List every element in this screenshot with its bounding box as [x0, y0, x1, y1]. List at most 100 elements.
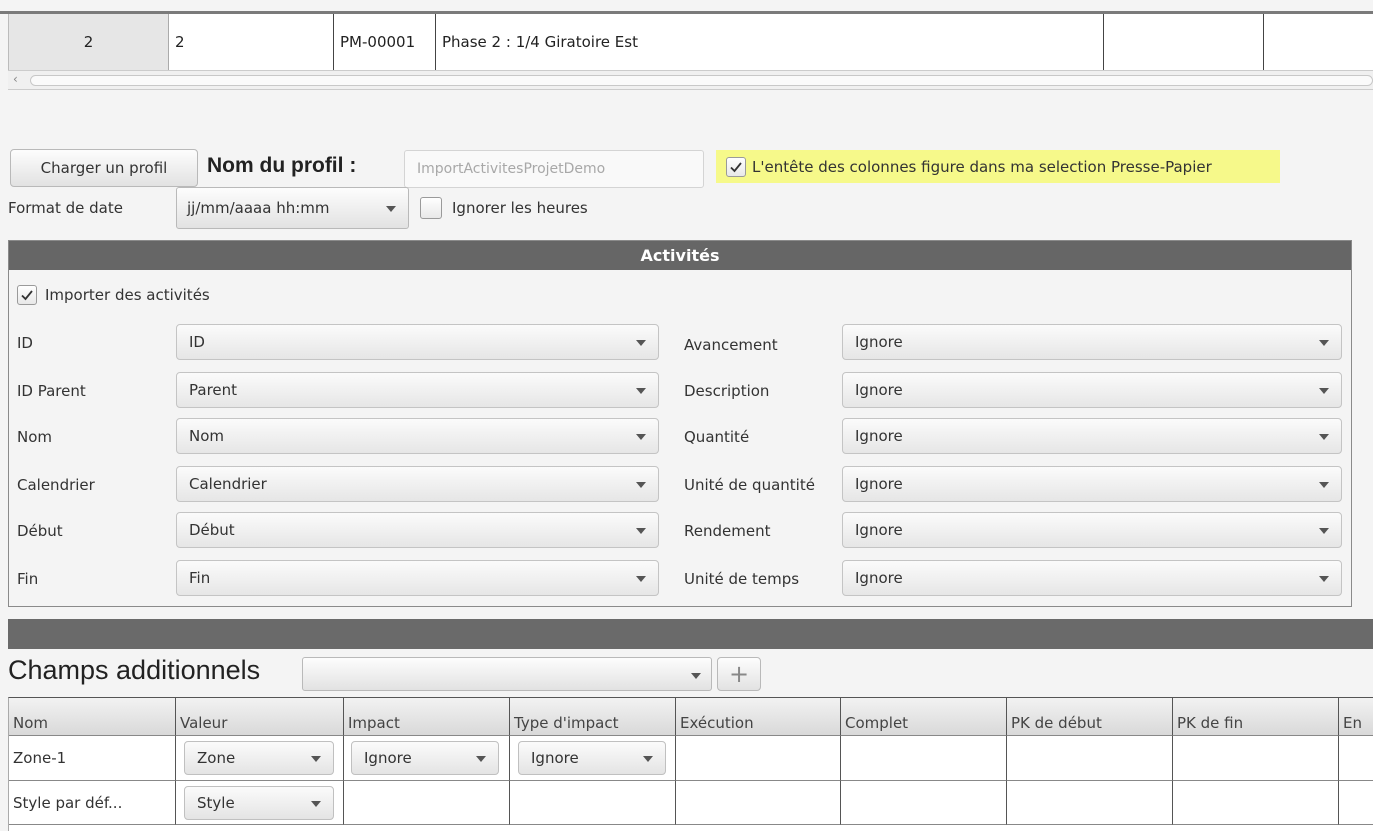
- table-cell[interactable]: [676, 781, 841, 825]
- table-cell[interactable]: [1173, 781, 1339, 825]
- ignore-hours-checkbox[interactable]: [420, 197, 442, 219]
- ignore-hours-row[interactable]: Ignorer les heures: [420, 197, 588, 219]
- date-format-select[interactable]: jj/mm/aaaa hh:mm: [176, 187, 409, 229]
- table-cell[interactable]: [1104, 14, 1264, 70]
- unite-temps-select-value: Ignore: [855, 569, 903, 587]
- chevron-down-icon: [1319, 528, 1329, 534]
- field-label-unite-quantite: Unité de quantité: [684, 476, 815, 494]
- scroll-left-arrow-icon[interactable]: ‹: [13, 72, 18, 86]
- column-header-pk-fin[interactable]: PK de fin: [1173, 698, 1339, 736]
- valeur-select[interactable]: Style: [184, 786, 334, 820]
- field-label-unite-temps: Unité de temps: [684, 570, 800, 588]
- table-cell[interactable]: [510, 781, 676, 825]
- table-cell[interactable]: [1339, 736, 1373, 781]
- id-parent-select[interactable]: Parent: [176, 372, 659, 408]
- table-cell-valeur[interactable]: Zone: [176, 736, 344, 781]
- table-cell-valeur[interactable]: Style: [176, 781, 344, 825]
- horizontal-scrollbar[interactable]: ‹: [8, 70, 1373, 90]
- field-label-fin: Fin: [17, 570, 39, 588]
- valeur-select[interactable]: Zone: [184, 741, 334, 775]
- add-field-button[interactable]: +: [717, 657, 761, 691]
- type-impact-select[interactable]: Ignore: [518, 741, 666, 775]
- chevron-down-icon: [311, 756, 321, 762]
- debut-select[interactable]: Début: [176, 512, 659, 548]
- activities-panel-title: Activités: [9, 241, 1351, 270]
- chevron-down-icon: [636, 388, 646, 394]
- table-cell[interactable]: 2: [169, 14, 334, 70]
- header-checkbox-row[interactable]: L'entête des colonnes figure dans ma sel…: [716, 150, 1280, 183]
- fin-select[interactable]: Fin: [176, 560, 659, 596]
- column-header-impact[interactable]: Impact: [344, 698, 510, 736]
- id-parent-select-value: Parent: [189, 381, 238, 399]
- table-cell[interactable]: [344, 781, 510, 825]
- column-header-valeur[interactable]: Valeur: [176, 698, 344, 736]
- chevron-down-icon: [386, 206, 396, 212]
- row-header-cell[interactable]: 2: [9, 14, 169, 70]
- scrollbar-thumb[interactable]: [30, 75, 1373, 86]
- additional-fields-title: Champs additionnels: [8, 655, 261, 685]
- calendrier-select-value: Calendrier: [189, 475, 267, 493]
- import-activities-checkbox[interactable]: [17, 285, 37, 305]
- table-cell[interactable]: [1007, 781, 1173, 825]
- unite-quantite-select[interactable]: Ignore: [842, 466, 1342, 502]
- additional-fields-select[interactable]: [302, 657, 712, 691]
- table-row[interactable]: 2 2 PM-00001 Phase 2 : 1/4 Giratoire Est: [8, 14, 1373, 70]
- debut-select-value: Début: [189, 521, 235, 539]
- nom-select[interactable]: Nom: [176, 418, 659, 454]
- table-cell[interactable]: [841, 736, 1007, 781]
- column-header-type-impact[interactable]: Type d'impact: [510, 698, 676, 736]
- plus-icon: +: [728, 660, 750, 688]
- impact-select[interactable]: Ignore: [351, 741, 499, 775]
- valeur-select-value: Zone: [197, 749, 236, 767]
- field-label-id-parent: ID Parent: [17, 382, 86, 400]
- chevron-down-icon: [636, 434, 646, 440]
- table-cell[interactable]: Phase 2 : 1/4 Giratoire Est: [436, 14, 1104, 70]
- table-cell-type-impact[interactable]: Ignore: [510, 736, 676, 781]
- field-label-rendement: Rendement: [684, 522, 771, 540]
- avancement-select-value: Ignore: [855, 333, 903, 351]
- table-cell[interactable]: [1173, 736, 1339, 781]
- import-activities-label: Importer des activités: [45, 286, 210, 304]
- fin-select-value: Fin: [189, 569, 211, 587]
- profile-name-input[interactable]: ImportActivitesProjetDemo: [404, 150, 704, 188]
- table-cell[interactable]: [1007, 736, 1173, 781]
- column-header-en[interactable]: En: [1339, 698, 1373, 736]
- column-header-execution[interactable]: Exécution: [676, 698, 841, 736]
- rendement-select-value: Ignore: [855, 521, 903, 539]
- table-cell-nom[interactable]: Style par déf...: [9, 781, 176, 825]
- table-cell-nom[interactable]: Zone-1: [9, 736, 176, 781]
- import-activities-row[interactable]: Importer des activités: [17, 285, 210, 305]
- id-select[interactable]: ID: [176, 324, 659, 360]
- description-select[interactable]: Ignore: [842, 372, 1342, 408]
- date-format-label: Format de date: [8, 199, 123, 217]
- avancement-select[interactable]: Ignore: [842, 324, 1342, 360]
- quantite-select[interactable]: Ignore: [842, 418, 1342, 454]
- header-checkbox[interactable]: [726, 156, 746, 177]
- description-select-value: Ignore: [855, 381, 903, 399]
- chevron-down-icon: [1319, 482, 1329, 488]
- chevron-down-icon: [636, 482, 646, 488]
- calendrier-select[interactable]: Calendrier: [176, 466, 659, 502]
- table-cell[interactable]: [1339, 781, 1373, 825]
- chevron-down-icon: [311, 801, 321, 807]
- valeur-select-value: Style: [197, 794, 235, 812]
- column-header-nom[interactable]: Nom: [9, 698, 176, 736]
- date-format-value: jj/mm/aaaa hh:mm: [187, 199, 330, 217]
- chevron-down-icon: [1319, 576, 1329, 582]
- unite-temps-select[interactable]: Ignore: [842, 560, 1342, 596]
- checkmark-icon: [730, 161, 742, 172]
- id-select-value: ID: [189, 333, 205, 351]
- column-header-complet[interactable]: Complet: [841, 698, 1007, 736]
- rendement-select[interactable]: Ignore: [842, 512, 1342, 548]
- header-checkbox-label: L'entête des colonnes figure dans ma sel…: [752, 157, 1212, 176]
- load-profile-button[interactable]: Charger un profil: [10, 149, 198, 187]
- ignore-hours-label: Ignorer les heures: [452, 199, 588, 217]
- column-header-pk-debut[interactable]: PK de début: [1007, 698, 1173, 736]
- chevron-down-icon: [1319, 340, 1329, 346]
- chevron-down-icon: [691, 673, 701, 679]
- table-cell[interactable]: [676, 736, 841, 781]
- table-cell[interactable]: PM-00001: [334, 14, 436, 70]
- table-cell[interactable]: [841, 781, 1007, 825]
- table-cell-impact[interactable]: Ignore: [344, 736, 510, 781]
- table-cell[interactable]: [1264, 14, 1373, 70]
